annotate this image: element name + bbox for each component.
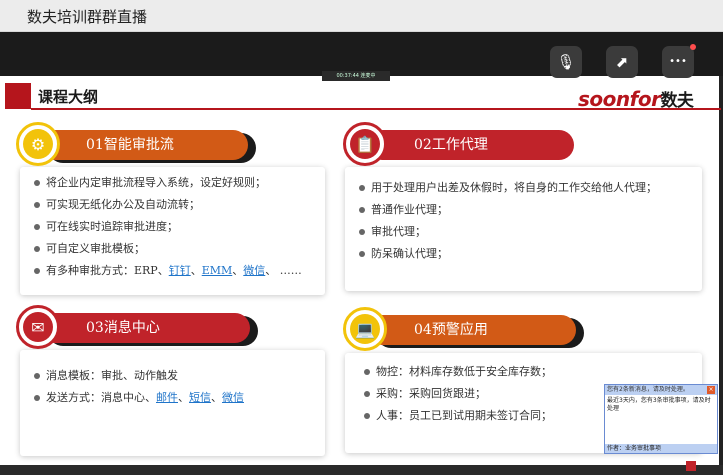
list-item: 可自定义审批模板； [32,238,302,260]
list-item: 审批代理； [357,221,657,243]
list-item: 可在线实时追踪审批进度； [32,216,302,238]
list-item: 采购：采购回货跟进； [362,383,552,405]
laptop-icon: 💻 [350,314,380,344]
section-title-4: 04预警应用 [368,315,576,345]
section-badge-1: ⚙ [16,122,60,166]
brand-logo: soonfor数夫 [578,87,694,111]
section-badge-4: 💻 [343,307,387,351]
link-dingtalk[interactable]: 钉钉 [169,264,191,277]
message-icon: ✉ [23,312,53,342]
section-title-2: 02工作代理 [368,130,574,160]
slide-footer [0,465,723,475]
section-title-3: 03消息中心 [40,313,250,343]
notification-dot [690,44,696,50]
link-email[interactable]: 邮件 [156,391,178,404]
clipboard-icon: 📋 [350,129,380,159]
section-badge-3: ✉ [16,305,60,349]
header-marker [5,83,31,109]
popup-body: 最近3天内，您有3条审批事项，请及时处理 [607,397,711,412]
list-item: 发送方式：消息中心、邮件、短信、微信 [32,387,244,409]
window-title: 数夫培训群群直播 [27,8,148,26]
list-item: 人事：员工已到试用期未签订合同； [362,405,552,427]
list-item: 普通作业代理； [357,199,657,221]
list-item: 有多种审批方式：ERP、钉钉、EMM、微信、 …… [32,260,302,282]
list-item: 防呆确认代理； [357,243,657,265]
voice-icon: 🎙 [556,53,576,71]
section-title-1: 01智能审批流 [40,130,248,160]
share-button[interactable]: ⬈ [606,46,638,78]
notification-popup[interactable]: 您有2条新消息，请及时处理。 × 最近3天内，您有3条审批事项，请及时处理 作者… [604,384,718,454]
close-icon[interactable]: × [707,386,715,394]
more-icon: ••• [669,56,687,67]
list-item: 物控：材料库存数低于安全库存数； [362,361,552,383]
link-emm[interactable]: EMM [202,264,233,277]
title-bar: 数夫培训群群直播 [0,0,723,32]
section-badge-2: 📋 [343,122,387,166]
popup-footer[interactable]: 作者：业务审批事项 [605,444,717,453]
gear-icon: ⚙ [23,129,53,159]
link-wechat[interactable]: 微信 [243,264,265,277]
share-icon: ⬈ [615,53,629,71]
messages-list: 消息模板：审批、动作触发 发送方式：消息中心、邮件、短信、微信 [32,365,244,409]
voice-button[interactable]: 🎙 [550,46,582,78]
recording-indicator: 00:37:44 连麦中 [322,71,390,81]
approval-list: 将企业内定审批流程导入系统，设定好规则； 可实现无纸化办公及自动流转； 可在线实… [32,172,302,282]
list-item: 消息模板：审批、动作触发 [32,365,244,387]
list-item: 可实现无纸化办公及自动流转； [32,194,302,216]
alerts-list: 物控：材料库存数低于安全库存数； 采购：采购回货跟进； 人事：员工已到试用期未签… [362,361,552,427]
link-wechat[interactable]: 微信 [222,391,244,404]
more-button[interactable]: ••• [662,44,696,78]
slide-title: 课程大纲 [38,88,99,106]
list-item: 用于处理用户出差及休假时，将自身的工作交给他人代理； [357,177,657,199]
link-sms[interactable]: 短信 [189,391,211,404]
list-item: 将企业内定审批流程导入系统，设定好规则； [32,172,302,194]
resize-handle[interactable] [686,461,696,471]
delegation-list: 用于处理用户出差及休假时，将自身的工作交给他人代理； 普通作业代理； 审批代理；… [357,177,657,265]
popup-header: 您有2条新消息，请及时处理。 [605,385,717,395]
